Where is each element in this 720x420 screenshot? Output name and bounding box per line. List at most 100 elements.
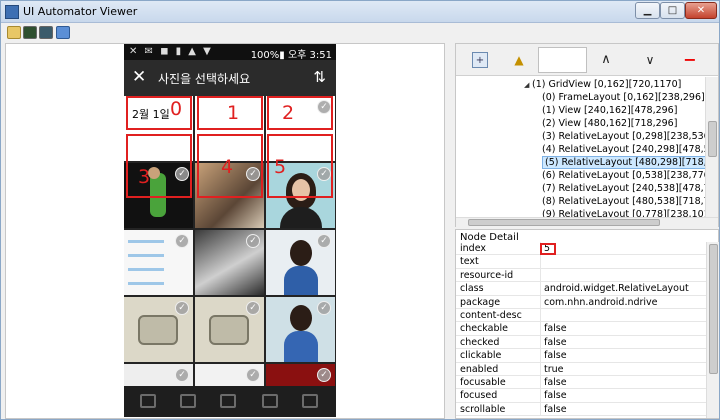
detail-row-checked[interactable]: checked false <box>456 335 706 350</box>
scrollbar-thumb[interactable] <box>708 121 717 157</box>
trash-icon[interactable] <box>302 394 318 408</box>
window-title: UI Automator Viewer <box>23 5 138 18</box>
column-divider <box>540 295 541 309</box>
column-divider <box>540 389 541 403</box>
photo-thumbnail[interactable]: ✓ <box>266 230 335 295</box>
tree-horizontal-scrollbar[interactable] <box>456 217 718 227</box>
tree-node[interactable]: (6) RelativeLayout [0,538][238,776] <box>542 170 706 182</box>
close-icon[interactable]: ✕ <box>132 67 146 87</box>
detail-row-index[interactable]: index 5 <box>456 242 706 256</box>
tree-node-label: (2) View [480,162][718,296] <box>542 118 678 129</box>
save-icon[interactable] <box>56 26 70 39</box>
detail-row-checkable[interactable]: checkable false <box>456 322 706 336</box>
scrollbar-thumb[interactable] <box>709 244 718 374</box>
detail-vertical-scrollbar[interactable] <box>706 242 719 418</box>
detail-row-resource-id[interactable]: resource-id <box>456 268 706 283</box>
tree-node[interactable]: (9) RelativeLayout [0,778][238,1016] <box>542 209 706 217</box>
tree-node[interactable]: (2) View [480,162][718,296] <box>542 118 677 130</box>
detail-key: focused <box>460 390 498 402</box>
tree-node-root[interactable]: ◢ (1) GridView [0,162][720,1170] <box>524 79 681 91</box>
search-input[interactable] <box>538 47 587 73</box>
scrollbar-thumb[interactable] <box>468 219 660 226</box>
device-screenshot[interactable]: ✕ ✉ ◼ ▮ ▲ ▼ 100%▮ 오후 3:51 ✕ 사진을 선택하세요 ⇅ … <box>124 44 336 417</box>
detail-key: clickable <box>460 350 502 362</box>
detail-row-scrollable[interactable]: scrollable false <box>456 402 706 417</box>
app-window: UI Automator Viewer ▁ □ ✕ ✕ ✉ ◼ ▮ ▲ ▼ 10… <box>0 0 720 420</box>
detail-row-focused[interactable]: focused false <box>456 389 706 403</box>
minimize-button[interactable]: ▁ <box>635 2 660 19</box>
close-window-button[interactable]: ✕ <box>685 2 717 19</box>
check-icon[interactable]: ✓ <box>317 234 331 248</box>
tree-node[interactable]: (4) RelativeLayout [240,298][478,536] <box>542 144 706 156</box>
detail-key: enabled <box>460 363 499 375</box>
photo-thumbnail[interactable]: ✓ <box>124 230 193 295</box>
device-screenshot-icon[interactable] <box>23 26 37 39</box>
photo-thumbnail[interactable]: ✓ <box>266 297 335 362</box>
photo-thumbnail[interactable]: ✓ <box>195 297 264 362</box>
photo-thumbnail[interactable]: ✓ <box>195 364 264 386</box>
clear-icon[interactable]: − <box>682 52 698 68</box>
detail-row-focusable[interactable]: focusable false <box>456 376 706 390</box>
photo-thumbnail[interactable]: ✓ <box>195 230 264 295</box>
device-screenshot-compressed-icon[interactable] <box>39 26 53 39</box>
detail-key: class <box>460 283 484 295</box>
tree-node-label: (4) RelativeLayout [240,298][478,536] <box>542 144 706 155</box>
detail-value: false <box>544 336 567 348</box>
column-divider <box>540 335 541 349</box>
check-icon[interactable]: ✓ <box>175 234 189 248</box>
sort-icon[interactable]: ⇅ <box>313 68 326 86</box>
maximize-button[interactable]: □ <box>660 2 685 19</box>
pane-divider[interactable] <box>446 43 454 419</box>
tree-node-label: (1) View [240,162][478,296] <box>542 105 678 116</box>
detail-row-package[interactable]: package com.nhn.android.ndrive <box>456 295 706 309</box>
chevron-down-icon[interactable]: ∨ <box>642 52 658 68</box>
tree-vertical-scrollbar[interactable] <box>705 77 718 217</box>
check-icon[interactable]: ✓ <box>317 368 331 382</box>
photo-thumbnail[interactable]: ✓ <box>266 364 335 386</box>
detail-row-clickable[interactable]: clickable false <box>456 349 706 363</box>
chevron-up-icon[interactable]: ∧ <box>598 52 614 68</box>
phone-status-bar: ✕ ✉ ◼ ▮ ▲ ▼ 100%▮ 오후 3:51 <box>124 44 336 61</box>
photo-thumbnail[interactable]: ✓ <box>124 364 193 386</box>
annotation-box-3 <box>126 134 192 198</box>
annotation-box-index <box>540 243 556 255</box>
album-icon[interactable] <box>180 394 196 408</box>
tree-node[interactable]: (3) RelativeLayout [0,298][238,536] <box>542 131 706 143</box>
tree-node-label: (3) RelativeLayout [0,298][238,536] <box>542 131 706 142</box>
check-icon[interactable]: ✓ <box>246 368 260 382</box>
detail-value: android.widget.RelativeLayout <box>544 283 689 295</box>
people-icon[interactable] <box>140 394 156 408</box>
download-icon[interactable] <box>262 394 278 408</box>
tree-node[interactable]: (1) View [240,162][478,296] <box>542 105 677 117</box>
check-icon[interactable]: ✓ <box>246 301 260 315</box>
column-divider <box>540 402 541 416</box>
warning-icon[interactable]: ▲ <box>511 52 527 68</box>
phone-bottom-bar <box>124 386 336 417</box>
check-icon[interactable]: ✓ <box>175 301 189 315</box>
detail-row-text[interactable]: text <box>456 255 706 269</box>
detail-key: scrollable <box>460 403 506 415</box>
detail-row-class[interactable]: class android.widget.RelativeLayout <box>456 282 706 296</box>
tree-node-label: (5) RelativeLayout [480,298][718,536] <box>542 156 706 169</box>
expand-all-icon[interactable]: + <box>472 52 488 68</box>
detail-key: content-desc <box>460 310 522 321</box>
photo-thumbnail[interactable]: ✓ <box>124 297 193 362</box>
share-icon[interactable] <box>220 394 236 408</box>
column-divider <box>540 376 541 389</box>
detail-row-content-desc[interactable]: content-desc <box>456 309 706 323</box>
column-divider <box>540 309 541 322</box>
check-icon[interactable]: ✓ <box>175 368 189 382</box>
hierarchy-pane: + ▲ ∧ ∨ − ◢ (1) GridView [0,162][720,1170… <box>455 43 719 227</box>
open-folder-icon[interactable] <box>7 26 21 39</box>
check-icon[interactable]: ✓ <box>317 301 331 315</box>
check-icon[interactable]: ✓ <box>246 234 260 248</box>
annotation-label-3: 3 <box>138 166 151 188</box>
tree-node[interactable]: (8) RelativeLayout [480,538][718,776] <box>542 196 706 208</box>
collapse-arrow-icon[interactable]: ◢ <box>524 79 532 91</box>
tree-node[interactable]: (7) RelativeLayout [240,538][478,776] <box>542 183 706 195</box>
tree-node-selected[interactable]: (5) RelativeLayout [480,298][718,536] <box>542 156 706 169</box>
column-divider <box>540 349 541 363</box>
annotation-label-1: 1 <box>227 102 240 124</box>
tree-node[interactable]: (0) FrameLayout [0,162][238,296] <box>542 92 705 104</box>
detail-row-enabled[interactable]: enabled true <box>456 362 706 376</box>
